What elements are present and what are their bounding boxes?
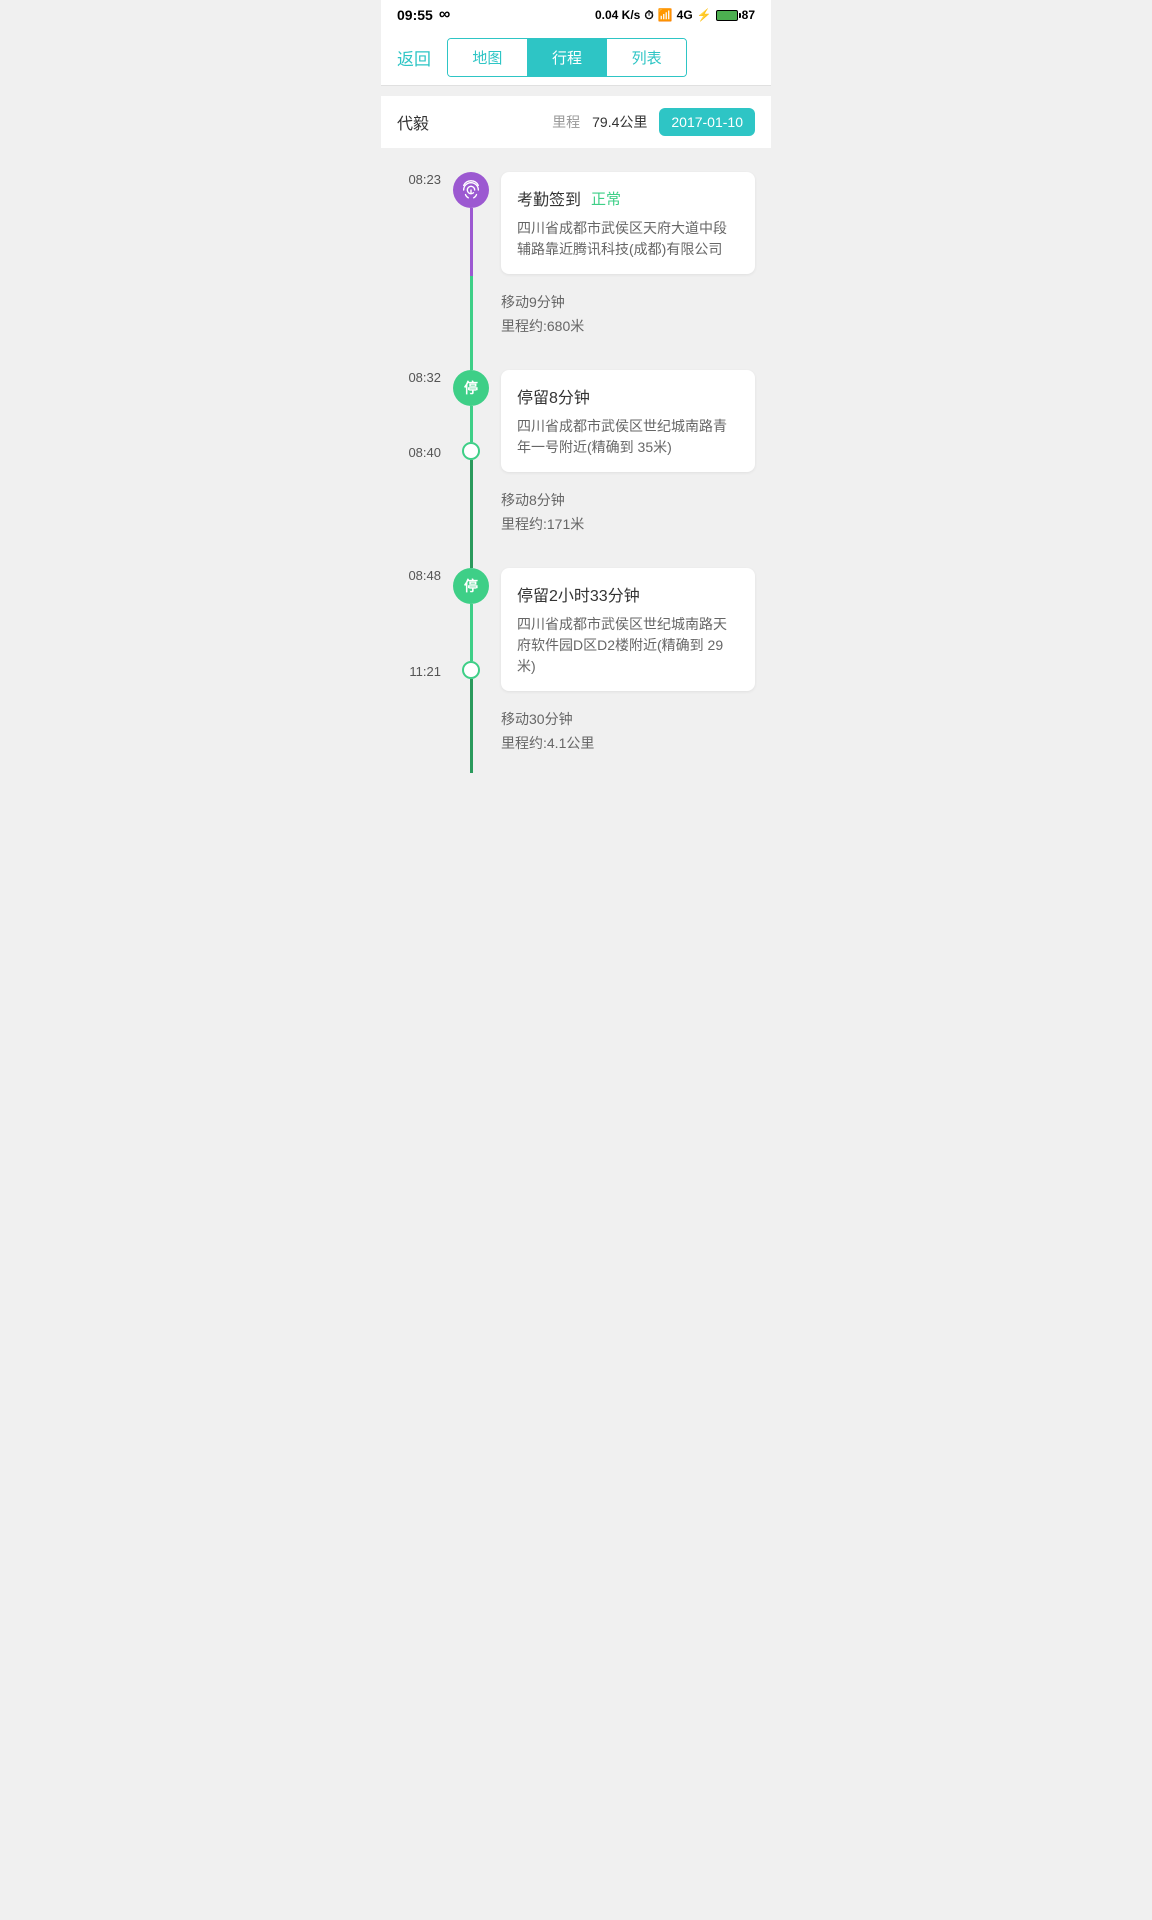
node-wrapper-2: 停 — [451, 356, 491, 474]
move-distance-2: 里程约:171米 — [501, 514, 739, 534]
time-col-2: 08:32 08:40 — [381, 356, 451, 474]
status-left: 09:55 ∞ — [397, 6, 450, 24]
event-title-1: 考勤签到 正常 — [517, 186, 739, 210]
card-col-move-1: 移动9分钟 里程约:680米 — [501, 276, 771, 356]
move-card-3: 移动30分钟 里程约:4.1公里 — [501, 693, 755, 769]
event-card-3: 停留2小时33分钟 四川省成都市武侯区世纪城南路天府软件园D区D2楼附近(精确到… — [501, 568, 755, 691]
back-button[interactable]: 返回 — [397, 45, 447, 70]
bolt-icon: ⚡ — [697, 8, 712, 22]
event-title-2: 停留8分钟 — [517, 384, 739, 408]
move-distance-3: 里程约:4.1公里 — [501, 733, 739, 753]
event-card-2: 停留8分钟 四川省成都市武侯区世纪城南路青年一号附近(精确到 35米) — [501, 370, 755, 472]
node-small-1 — [462, 442, 480, 460]
line-dark-green-2 — [470, 693, 473, 773]
tab-list[interactable]: 列表 — [607, 39, 686, 76]
card-col-2: 停留8分钟 四川省成都市武侯区世纪城南路青年一号附近(精确到 35米) — [501, 356, 771, 474]
timeline-row-move-2: 移动8分钟 里程约:171米 — [381, 474, 771, 554]
time-empty-2 — [381, 474, 451, 554]
move-distance-1: 里程约:680米 — [501, 316, 739, 336]
nav-bar: 返回 地图 行程 列表 — [381, 30, 771, 86]
card-col-move-2: 移动8分钟 里程约:171米 — [501, 474, 771, 554]
time-empty-1 — [381, 276, 451, 356]
line-dark-green-1 — [470, 474, 473, 554]
move-duration-1: 移动9分钟 — [501, 292, 739, 312]
time-col-3: 08:48 11:21 — [381, 554, 451, 693]
move-duration-3: 移动30分钟 — [501, 709, 739, 729]
mileage-value: 79.4公里 — [592, 112, 647, 132]
timeline: 08:23 考勤签到 正常 四川省成都市武侯区天府大道中段辅路靠近腾讯科技(成都… — [381, 148, 771, 793]
timeline-row-1: 08:23 考勤签到 正常 四川省成都市武侯区天府大道中段辅路靠近腾讯科技(成都… — [381, 158, 771, 276]
status-time: 09:55 — [397, 7, 433, 23]
node-wrapper-1 — [451, 158, 491, 276]
date-badge: 2017-01-10 — [659, 108, 755, 136]
mileage-label: 里程 — [552, 112, 580, 132]
time-empty-3 — [381, 693, 451, 773]
info-row: 代毅 里程 79.4公里 2017-01-10 — [381, 96, 771, 148]
event-addr-2: 四川省成都市武侯区世纪城南路青年一号附近(精确到 35米) — [517, 416, 739, 458]
timeline-row-2: 08:32 08:40 停 停留8分钟 四川省成都市武侯区世纪城南路青年一号附近… — [381, 356, 771, 474]
nav-tabs: 地图 行程 列表 — [447, 38, 687, 77]
card-col-3: 停留2小时33分钟 四川省成都市武侯区世纪城南路天府软件园D区D2楼附近(精确到… — [501, 554, 771, 693]
battery-level: 87 — [742, 8, 755, 22]
network-speed: 0.04 K/s — [595, 8, 640, 22]
infinity-icon: ∞ — [439, 6, 450, 24]
line-green-2 — [470, 406, 473, 442]
clock-icon: ⏱ — [644, 8, 653, 23]
signal-icon: 4G — [677, 8, 693, 22]
event-status-1: 正常 — [591, 188, 621, 209]
line-green-1 — [470, 276, 473, 356]
line-green-3 — [470, 604, 473, 661]
status-bar: 09:55 ∞ 0.04 K/s ⏱ 📶 4G ⚡ 87 — [381, 0, 771, 30]
timeline-row-3: 08:48 11:21 停 停留2小时33分钟 四川省成都市武侯区世纪城南路天府… — [381, 554, 771, 693]
fingerprint-node — [453, 172, 489, 208]
move-card-2: 移动8分钟 里程约:171米 — [501, 474, 755, 550]
driver-name: 代毅 — [397, 110, 429, 134]
tab-trip[interactable]: 行程 — [528, 39, 608, 76]
timeline-row-move-1: 移动9分钟 里程约:680米 — [381, 276, 771, 356]
tab-map[interactable]: 地图 — [448, 39, 528, 76]
event-title-3: 停留2小时33分钟 — [517, 582, 739, 606]
event-addr-1: 四川省成都市武侯区天府大道中段辅路靠近腾讯科技(成都)有限公司 — [517, 218, 739, 260]
battery-icon — [716, 10, 738, 21]
time-0823: 08:23 — [381, 158, 451, 276]
node-wrapper-move-1 — [451, 276, 491, 356]
node-wrapper-move-3 — [451, 693, 491, 773]
timeline-row-move-3: 移动30分钟 里程约:4.1公里 — [381, 693, 771, 773]
node-small-2 — [462, 661, 480, 679]
event-addr-3: 四川省成都市武侯区世纪城南路天府软件园D区D2楼附近(精确到 29米) — [517, 614, 739, 677]
card-col-1: 考勤签到 正常 四川省成都市武侯区天府大道中段辅路靠近腾讯科技(成都)有限公司 — [501, 158, 771, 276]
line-purple — [470, 208, 473, 276]
event-card-1: 考勤签到 正常 四川省成都市武侯区天府大道中段辅路靠近腾讯科技(成都)有限公司 — [501, 172, 755, 274]
node-wrapper-3: 停 — [451, 554, 491, 693]
status-right: 0.04 K/s ⏱ 📶 4G ⚡ 87 — [595, 8, 755, 23]
node-wrapper-move-2 — [451, 474, 491, 554]
stop-node-1: 停 — [453, 370, 489, 406]
stop-node-2: 停 — [453, 568, 489, 604]
move-duration-2: 移动8分钟 — [501, 490, 739, 510]
move-card-1: 移动9分钟 里程约:680米 — [501, 276, 755, 352]
card-col-move-3: 移动30分钟 里程约:4.1公里 — [501, 693, 771, 773]
wifi-icon: 📶 — [658, 8, 673, 22]
